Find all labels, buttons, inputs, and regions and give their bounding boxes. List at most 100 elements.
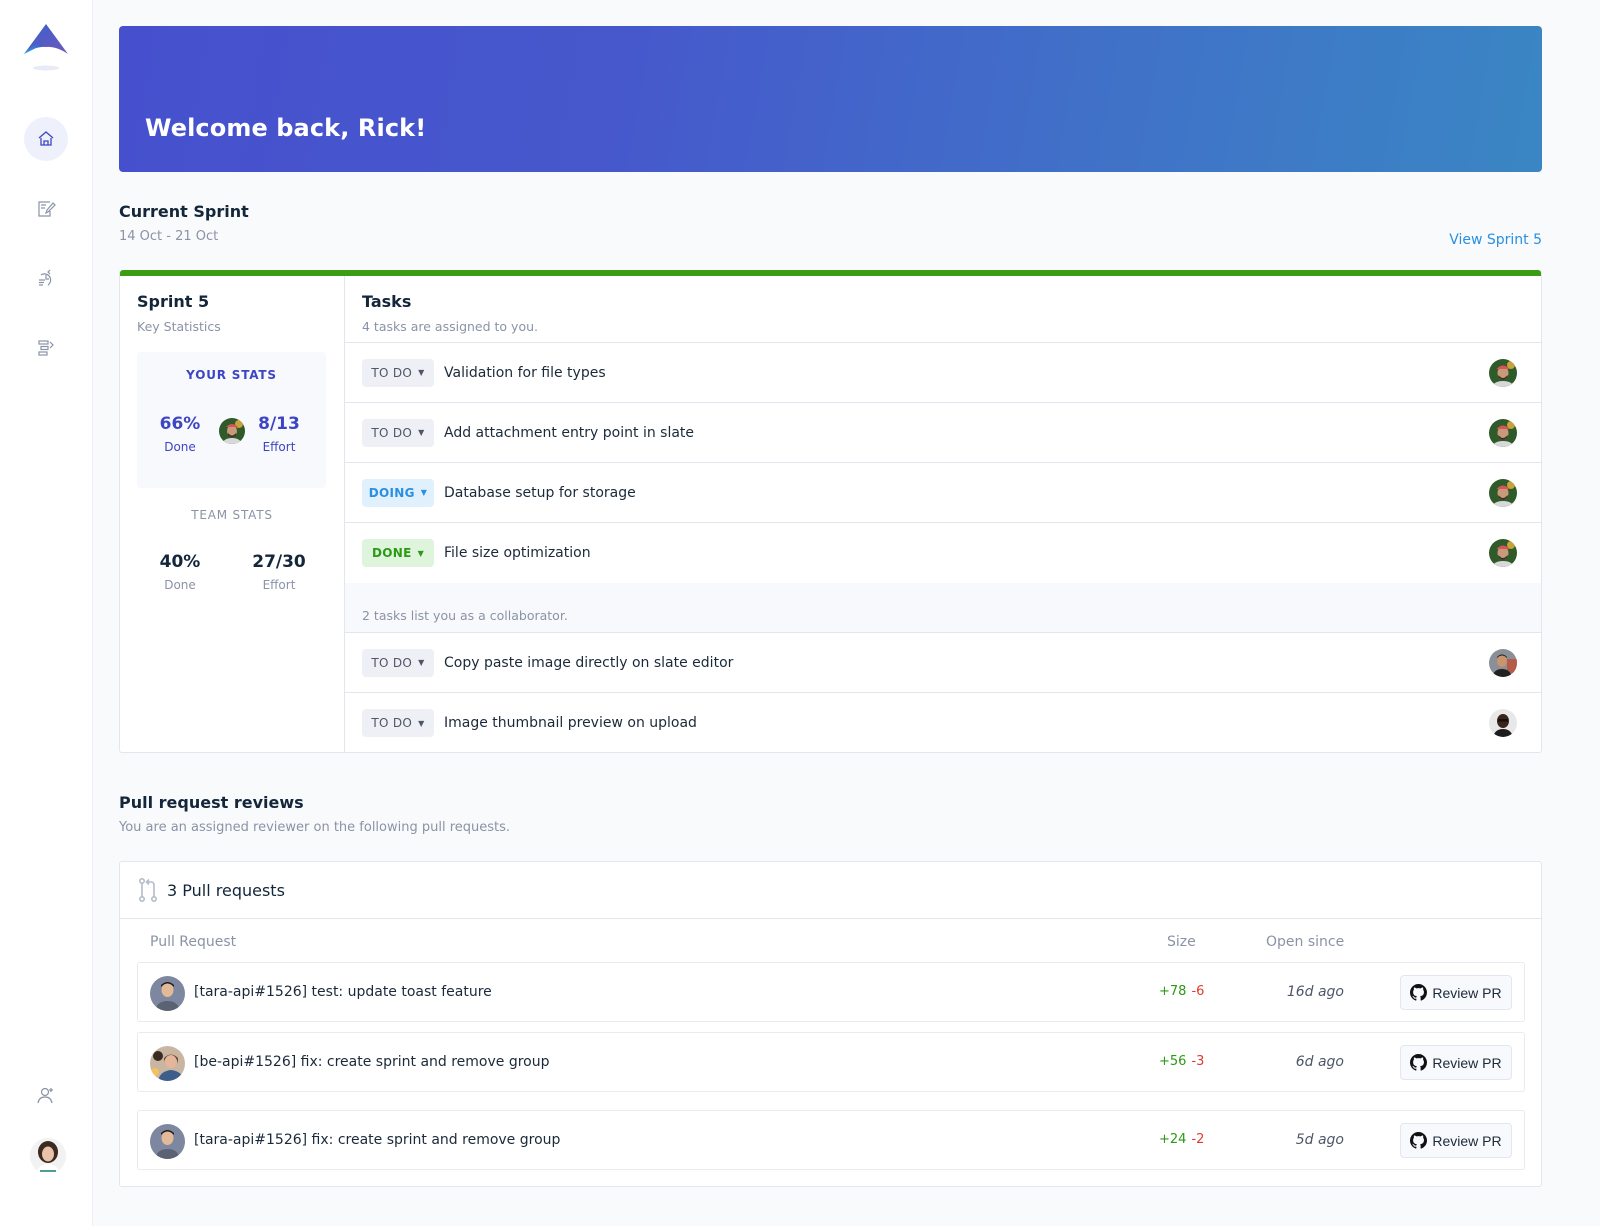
sprint-cycle-icon	[39, 269, 52, 286]
task-assignee-avatar[interactable]	[1489, 649, 1517, 677]
pr-additions: +24	[1159, 1132, 1187, 1147]
pull-request-icon	[138, 877, 158, 902]
task-status-label: DONE	[371, 546, 412, 560]
task-assignee-avatar[interactable]	[1489, 709, 1517, 737]
task-row[interactable]: TO DO ▼ Copy paste image directly on slate…	[345, 633, 1541, 693]
task-assignee-avatar[interactable]	[1489, 359, 1517, 387]
nav-home[interactable]	[24, 117, 68, 161]
logo-icon	[24, 24, 68, 71]
review-pr-button[interactable]: Review PR	[1400, 1123, 1512, 1158]
your-effort-stat: 8/13 Effort	[239, 414, 319, 454]
task-status-dropdown[interactable]: DOING ▼	[362, 478, 434, 507]
caret-down-icon: ▼	[420, 488, 428, 497]
task-row[interactable]: DOING ▼ Database setup for storage	[345, 463, 1541, 523]
edit-document-icon	[38, 201, 56, 217]
sprint-dates: 14 Oct - 21 Oct	[119, 229, 219, 244]
pr-table-header: Pull Request Size Open since	[137, 934, 1525, 962]
your-effort-caption: Effort	[262, 440, 296, 454]
task-assignee-avatar[interactable]	[1489, 539, 1517, 567]
task-assignee-avatar[interactable]	[1489, 419, 1517, 447]
nav-sprint[interactable]	[24, 256, 68, 300]
pr-section-title: Pull request reviews	[119, 793, 304, 812]
team-effort-caption: Effort	[262, 578, 296, 592]
team-done-stat: 40% Done	[140, 552, 220, 592]
pr-section-header: Pull request reviews You are an assigned…	[119, 793, 1542, 843]
pr-row: [tara-api#1526] test: update toast featu…	[137, 962, 1525, 1022]
task-assignee-avatar[interactable]	[1489, 479, 1517, 507]
tasks-panel: Tasks 4 tasks are assigned to you. TO DO…	[345, 276, 1541, 752]
pr-row: [tara-api#1526] fix: create sprint and r…	[137, 1110, 1525, 1170]
user-avatar-image	[30, 1138, 66, 1174]
sprint-stats-panel: Sprint 5 Key Statistics YOUR STATS 66% D…	[120, 276, 345, 752]
nav-edit[interactable]	[24, 187, 68, 231]
team-done-value: 40%	[159, 552, 201, 572]
task-title[interactable]: Validation for file types	[444, 365, 606, 381]
nav-roadmap[interactable]	[24, 326, 68, 370]
task-status-dropdown[interactable]: TO DO ▼	[362, 709, 434, 737]
review-pr-label: Review PR	[1432, 1054, 1502, 1071]
pr-section-subtitle: You are an assigned reviewer on the foll…	[119, 820, 511, 835]
task-title[interactable]: Add attachment entry point in slate	[444, 425, 694, 441]
welcome-title: Welcome back, Rick!	[145, 114, 427, 142]
sprint-card: Sprint 5 Key Statistics YOUR STATS 66% D…	[119, 270, 1542, 753]
task-row[interactable]: DONE ▼ File size optimization	[345, 523, 1541, 583]
collaborator-tasks-summary: 2 tasks list you as a collaborator.	[362, 608, 568, 623]
task-status-label: DOING	[368, 485, 415, 500]
task-title[interactable]: Copy paste image directly on slate edito…	[444, 655, 733, 671]
sprint-section-header: Current Sprint 14 Oct - 21 Oct View Spri…	[119, 202, 1542, 252]
github-icon	[1410, 984, 1428, 1001]
team-effort-value: 27/30	[252, 552, 306, 572]
sprint-section-title: Current Sprint	[119, 202, 249, 221]
collaborator-tasks-header: 2 tasks list you as a collaborator.	[345, 583, 1541, 633]
task-status-dropdown[interactable]: TO DO ▼	[362, 358, 434, 387]
nav-invite-user[interactable]	[24, 1073, 68, 1117]
task-title[interactable]: File size optimization	[444, 545, 591, 561]
user-avatar[interactable]	[30, 1138, 66, 1174]
pr-title[interactable]: [be-api#1526] fix: create sprint and rem…	[194, 1054, 550, 1070]
github-icon	[1410, 1132, 1428, 1149]
pr-title[interactable]: [tara-api#1526] fix: create sprint and r…	[194, 1132, 560, 1148]
team-done-caption: Done	[164, 578, 196, 592]
pr-size: +24 -2	[1159, 1132, 1204, 1147]
pr-author-avatar	[150, 1046, 185, 1081]
task-row[interactable]: TO DO ▼ Validation for file types	[345, 343, 1541, 403]
sprint-name: Sprint 5	[137, 292, 210, 311]
sprint-stats-subtitle: Key Statistics	[137, 319, 221, 334]
assigned-tasks-summary: 4 tasks are assigned to you.	[362, 319, 538, 334]
caret-down-icon: ▼	[417, 548, 425, 558]
pull-requests-card: 3 Pull requests Pull Request Size Open s…	[119, 861, 1542, 1187]
main-content: Welcome back, Rick! Current Sprint 14 Oc…	[119, 26, 1542, 1187]
review-pr-button[interactable]: Review PR	[1400, 1045, 1512, 1080]
pr-open-since: 16d ago	[1286, 984, 1344, 1000]
pr-count: 3 Pull requests	[167, 880, 285, 900]
pr-additions: +78	[1159, 984, 1187, 999]
your-stats-label: YOUR STATS	[186, 368, 277, 382]
task-status-dropdown[interactable]: DONE ▼	[362, 539, 434, 567]
pr-title[interactable]: [tara-api#1526] test: update toast featu…	[194, 984, 492, 1000]
pr-rows: [tara-api#1526] test: update toast featu…	[137, 962, 1525, 1170]
task-status-dropdown[interactable]: TO DO ▼	[362, 648, 434, 677]
task-status-label: TO DO	[371, 365, 413, 380]
caret-down-icon: ▼	[418, 658, 425, 667]
task-status-dropdown[interactable]: TO DO ▼	[362, 418, 434, 447]
pr-deletions: -6	[1191, 984, 1205, 999]
caret-down-icon: ▼	[418, 718, 425, 728]
app-logo[interactable]	[22, 22, 70, 72]
task-row[interactable]: TO DO ▼ Image thumbnail preview on upload	[345, 693, 1541, 753]
pr-size: +78 -6	[1159, 984, 1204, 999]
task-row[interactable]: TO DO ▼ Add attachment entry point in slat…	[345, 403, 1541, 463]
view-sprint-link[interactable]: View Sprint 5	[1449, 232, 1542, 248]
pr-additions: +56	[1159, 1054, 1187, 1069]
caret-down-icon: ▼	[418, 428, 425, 437]
pr-author-avatar	[150, 976, 185, 1011]
task-title[interactable]: Image thumbnail preview on upload	[444, 715, 697, 731]
task-status-label: TO DO	[371, 425, 413, 440]
review-pr-button[interactable]: Review PR	[1400, 975, 1512, 1010]
pr-open-since: 6d ago	[1295, 1054, 1344, 1070]
column-pull-request: Pull Request	[150, 934, 237, 950]
home-icon	[38, 131, 54, 146]
pr-card-header: 3 Pull requests	[120, 862, 1541, 919]
task-title[interactable]: Database setup for storage	[444, 485, 636, 501]
roadmap-icon	[38, 340, 54, 356]
sidebar	[0, 0, 93, 1226]
